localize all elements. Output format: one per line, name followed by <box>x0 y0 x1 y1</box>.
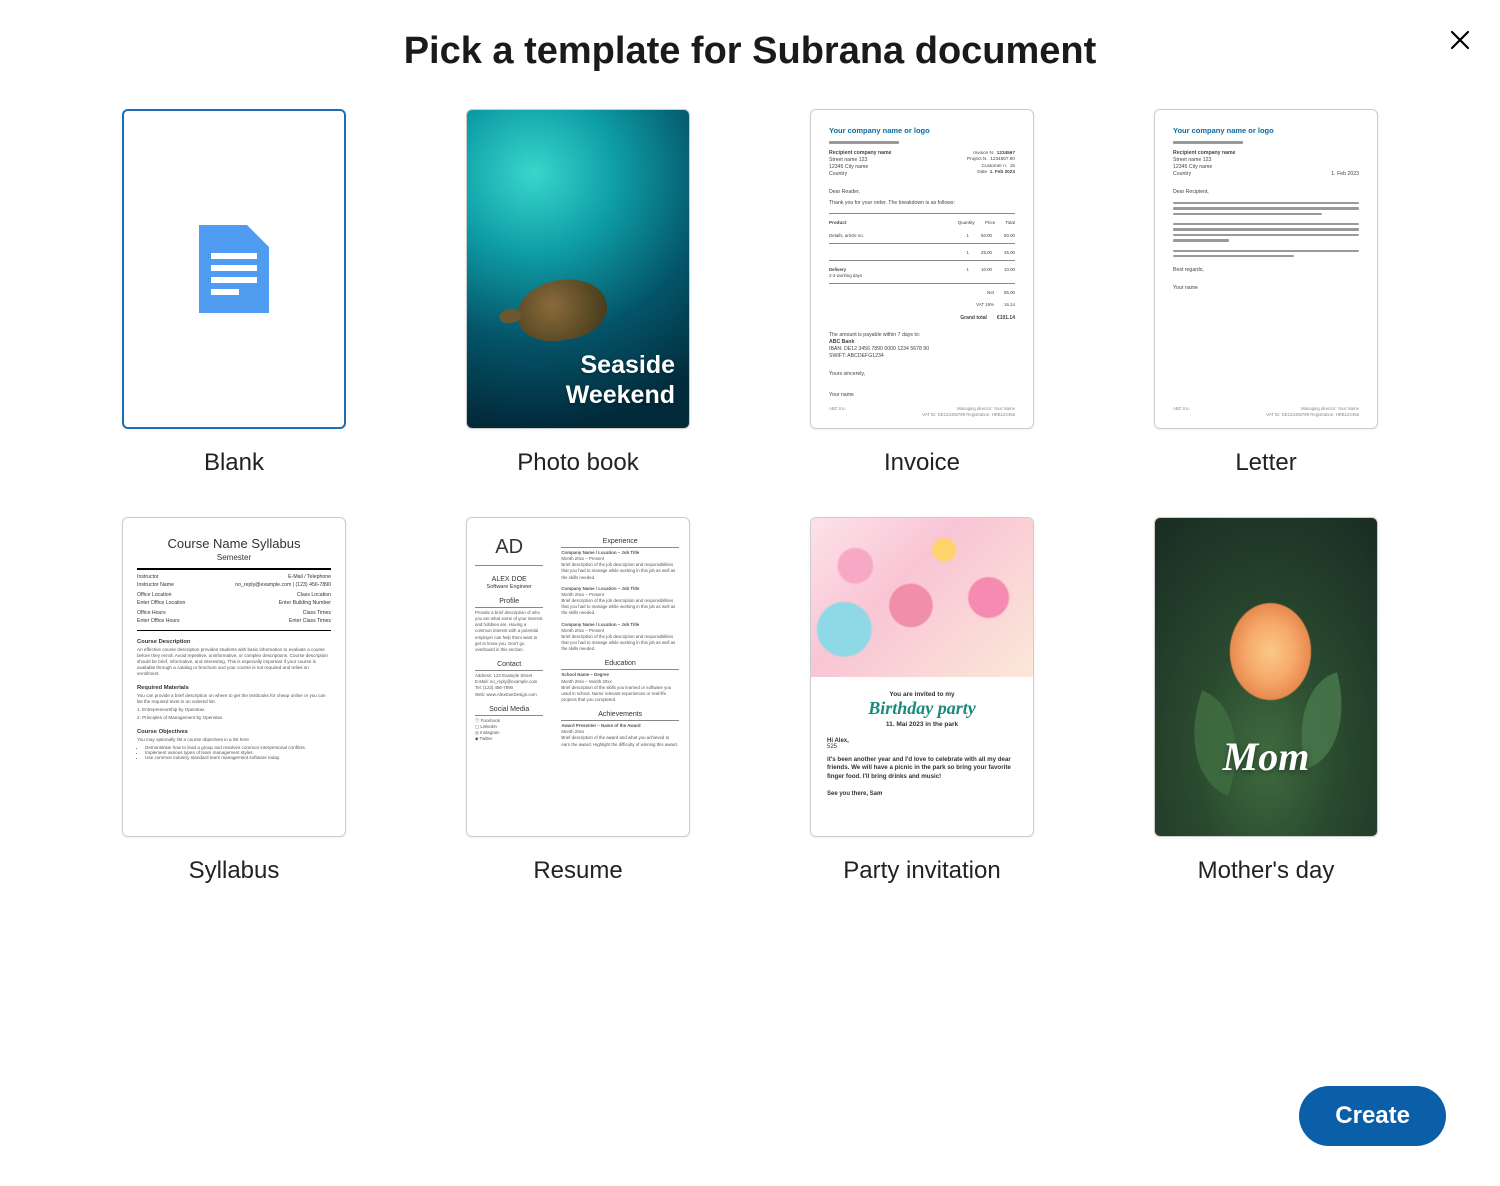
template-mothers-day-label: Mother's day <box>1198 857 1335 885</box>
template-letter-label: Letter <box>1235 449 1296 477</box>
template-resume-label: Resume <box>533 857 622 885</box>
photo-book-caption: Seaside Weekend <box>566 350 675 410</box>
template-resume[interactable]: AD ALEX DOE Software Engineer Profile Pr… <box>466 517 690 885</box>
template-invoice[interactable]: Your company name or logo Recipient comp… <box>810 109 1034 477</box>
template-blank[interactable]: Blank <box>122 109 346 477</box>
invoice-preview: Your company name or logo Recipient comp… <box>811 110 1033 415</box>
template-invoice-thumb[interactable]: Your company name or logo Recipient comp… <box>810 109 1034 429</box>
resume-preview: AD ALEX DOE Software Engineer Profile Pr… <box>467 518 689 836</box>
syllabus-preview: Course Name Syllabus Semester Instructor… <box>123 518 345 778</box>
template-party-invitation-thumb[interactable]: You are invited to my Birthday party 11.… <box>810 517 1034 837</box>
turtle-illustration <box>512 273 611 348</box>
template-blank-label: Blank <box>204 449 264 477</box>
template-invoice-label: Invoice <box>884 449 960 477</box>
template-photo-book[interactable]: Seaside Weekend Photo book <box>466 109 690 477</box>
template-syllabus-thumb[interactable]: Course Name Syllabus Semester Instructor… <box>122 517 346 837</box>
template-grid: Blank Seaside Weekend Photo book Your co… <box>90 109 1410 885</box>
template-resume-thumb[interactable]: AD ALEX DOE Software Engineer Profile Pr… <box>466 517 690 837</box>
template-photo-book-thumb[interactable]: Seaside Weekend <box>466 109 690 429</box>
template-syllabus-label: Syllabus <box>189 857 280 885</box>
close-icon[interactable] <box>1444 24 1476 56</box>
template-letter-thumb[interactable]: Your company name or logo Recipient comp… <box>1154 109 1378 429</box>
template-blank-thumb[interactable] <box>122 109 346 429</box>
template-party-invitation-label: Party invitation <box>843 857 1000 885</box>
party-preview: You are invited to my Birthday party 11.… <box>811 677 1033 807</box>
rose-image: Mom <box>1155 518 1377 836</box>
dialog-title: Pick a template for Subrana document <box>90 30 1410 73</box>
party-image <box>811 518 1033 677</box>
template-letter[interactable]: Your company name or logo Recipient comp… <box>1154 109 1378 477</box>
template-syllabus[interactable]: Course Name Syllabus Semester Instructor… <box>122 517 346 885</box>
letter-preview: Your company name or logo Recipient comp… <box>1155 110 1377 308</box>
template-mothers-day[interactable]: Mom Mother's day <box>1154 517 1378 885</box>
create-button[interactable]: Create <box>1299 1086 1446 1146</box>
template-photo-book-label: Photo book <box>517 449 638 477</box>
template-mothers-day-thumb[interactable]: Mom <box>1154 517 1378 837</box>
template-party-invitation[interactable]: You are invited to my Birthday party 11.… <box>810 517 1034 885</box>
document-icon <box>199 225 269 313</box>
